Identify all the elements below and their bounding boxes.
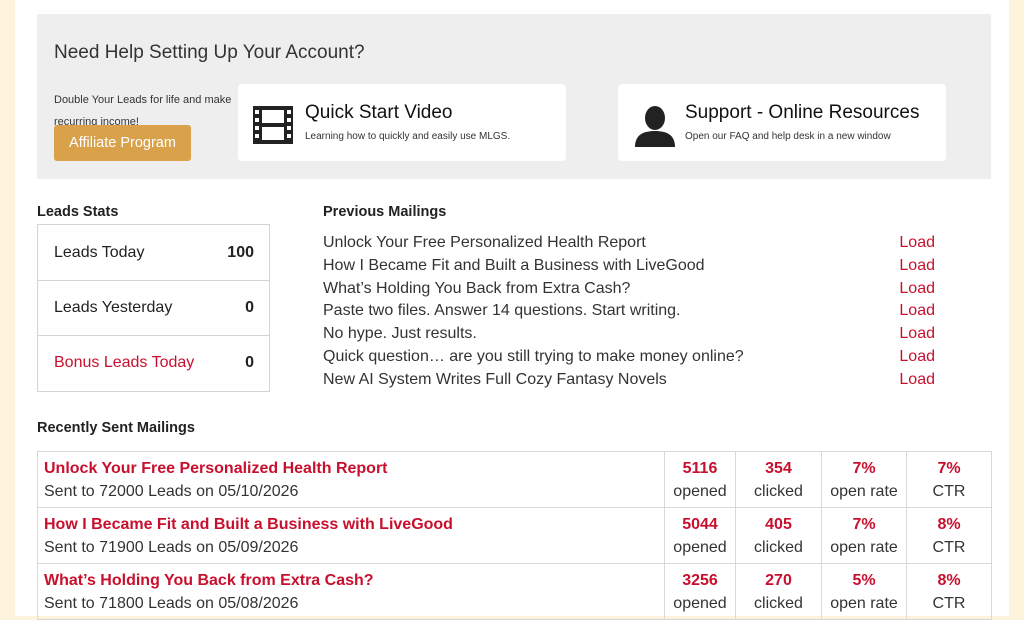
ctr-cell: 8% CTR <box>906 507 992 564</box>
help-panel: Need Help Setting Up Your Account? Doubl… <box>37 14 991 179</box>
mailing-cell: What’s Holding You Back from Extra Cash?… <box>37 563 665 620</box>
stat-label: Leads Today <box>54 243 145 261</box>
dashboard-page: Need Help Setting Up Your Account? Doubl… <box>15 0 1009 620</box>
list-item: New AI System Writes Full Cozy Fantasy N… <box>323 371 935 394</box>
stat-row-leads-yesterday: Leads Yesterday 0 <box>38 280 269 335</box>
support-resources-card[interactable]: Support - Online Resources Open our FAQ … <box>618 84 946 161</box>
mailing-meta: Sent to 72000 Leads on 05/10/2026 <box>44 482 299 500</box>
open-rate-value: 7% <box>852 459 876 477</box>
list-item: What’s Holding You Back from Extra Cash?… <box>323 280 935 303</box>
affiliate-program-button[interactable]: Affiliate Program <box>54 125 191 161</box>
open-rate-value: 5% <box>852 571 876 589</box>
table-row: What’s Holding You Back from Extra Cash?… <box>37 563 992 620</box>
ctr-label: CTR <box>932 482 966 500</box>
recently-sent-table: Unlock Your Free Personalized Health Rep… <box>37 451 992 620</box>
opened-value: 3256 <box>682 571 718 589</box>
mailing-cell: How I Became Fit and Built a Business wi… <box>37 507 665 564</box>
opened-cell: 5116 opened <box>664 451 736 508</box>
ctr-value: 8% <box>937 515 961 533</box>
bonus-leads-link[interactable]: Bonus Leads Today <box>54 354 194 372</box>
stat-value: 100 <box>227 243 254 261</box>
quick-start-title: Quick Start Video <box>305 102 453 123</box>
clicked-cell: 405 clicked <box>735 507 822 564</box>
clicked-value: 270 <box>765 571 792 589</box>
mailing-subject: Paste two files. Answer 14 questions. St… <box>323 302 681 320</box>
ctr-cell: 7% CTR <box>906 451 992 508</box>
stat-label: Leads Yesterday <box>54 299 173 316</box>
opened-label: opened <box>673 594 727 612</box>
mailing-subject-link[interactable]: What’s Holding You Back from Extra Cash? <box>44 569 664 592</box>
load-link[interactable]: Load <box>899 302 935 320</box>
list-item: No hype. Just results. Load <box>323 325 935 348</box>
opened-label: opened <box>673 482 727 500</box>
opened-value: 5116 <box>682 459 718 477</box>
load-link[interactable]: Load <box>899 257 935 275</box>
stat-row-leads-today: Leads Today 100 <box>38 225 269 280</box>
ctr-label: CTR <box>932 594 966 612</box>
clicked-cell: 354 clicked <box>735 451 822 508</box>
mailing-subject: Unlock Your Free Personalized Health Rep… <box>323 234 646 251</box>
recently-sent-title: Recently Sent Mailings <box>37 420 195 436</box>
ctr-value: 8% <box>937 571 961 589</box>
stat-row-bonus-leads-today[interactable]: Bonus Leads Today 0 <box>38 335 269 390</box>
previous-mailings-list: Unlock Your Free Personalized Health Rep… <box>323 234 935 394</box>
clicked-label: clicked <box>754 482 803 500</box>
load-link[interactable]: Load <box>899 371 935 389</box>
list-item: Quick question… are you still trying to … <box>323 348 935 371</box>
user-icon <box>633 105 677 152</box>
load-link[interactable]: Load <box>899 325 935 343</box>
ctr-value: 7% <box>937 459 961 477</box>
load-link[interactable]: Load <box>899 280 935 298</box>
mailing-cell: Unlock Your Free Personalized Health Rep… <box>37 451 665 508</box>
opened-label: opened <box>673 538 727 556</box>
opened-cell: 5044 opened <box>664 507 736 564</box>
help-title: Need Help Setting Up Your Account? <box>54 42 365 63</box>
leads-stats-box: Leads Today 100 Leads Yesterday 0 Bonus … <box>37 224 270 392</box>
open-rate-label: open rate <box>830 538 898 556</box>
open-rate-cell: 7% open rate <box>821 507 907 564</box>
load-link[interactable]: Load <box>899 234 935 252</box>
mailing-subject: How I Became Fit and Built a Business wi… <box>323 256 705 274</box>
previous-mailings-title: Previous Mailings <box>323 204 447 220</box>
clicked-cell: 270 clicked <box>735 563 822 620</box>
mailing-meta: Sent to 71900 Leads on 05/09/2026 <box>44 538 299 556</box>
open-rate-value: 7% <box>852 515 876 533</box>
list-item: Unlock Your Free Personalized Health Rep… <box>323 234 935 257</box>
open-rate-label: open rate <box>830 482 898 500</box>
mailing-subject-link[interactable]: How I Became Fit and Built a Business wi… <box>44 513 664 536</box>
ctr-cell: 8% CTR <box>906 563 992 620</box>
opened-cell: 3256 opened <box>664 563 736 620</box>
open-rate-cell: 5% open rate <box>821 563 907 620</box>
open-rate-label: open rate <box>830 594 898 612</box>
mailing-subject: Quick question… are you still trying to … <box>323 347 744 365</box>
table-row: How I Became Fit and Built a Business wi… <box>37 507 992 564</box>
quick-start-video-card[interactable]: Quick Start Video Learning how to quickl… <box>238 84 566 161</box>
mailing-meta: Sent to 71800 Leads on 05/08/2026 <box>44 594 299 612</box>
stat-value: 0 <box>245 299 254 316</box>
clicked-label: clicked <box>754 594 803 612</box>
mailing-subject: What’s Holding You Back from Extra Cash? <box>323 279 631 297</box>
clicked-value: 405 <box>765 515 792 533</box>
load-link[interactable]: Load <box>899 348 935 366</box>
list-item: Paste two files. Answer 14 questions. St… <box>323 302 935 325</box>
film-icon <box>253 105 293 150</box>
open-rate-cell: 7% open rate <box>821 451 907 508</box>
table-row: Unlock Your Free Personalized Health Rep… <box>37 451 992 508</box>
leads-stats-title: Leads Stats <box>37 204 119 220</box>
clicked-value: 354 <box>765 459 792 477</box>
stat-value: 0 <box>245 354 254 371</box>
support-title: Support - Online Resources <box>685 102 920 123</box>
opened-value: 5044 <box>682 515 718 533</box>
ctr-label: CTR <box>932 538 966 556</box>
mailing-subject-link[interactable]: Unlock Your Free Personalized Health Rep… <box>44 457 664 480</box>
mailing-subject: No hype. Just results. <box>323 325 477 343</box>
list-item: How I Became Fit and Built a Business wi… <box>323 257 935 280</box>
support-subtitle: Open our FAQ and help desk in a new wind… <box>685 131 891 142</box>
clicked-label: clicked <box>754 538 803 556</box>
mailing-subject: New AI System Writes Full Cozy Fantasy N… <box>323 370 667 388</box>
quick-start-subtitle: Learning how to quickly and easily use M… <box>305 131 511 142</box>
